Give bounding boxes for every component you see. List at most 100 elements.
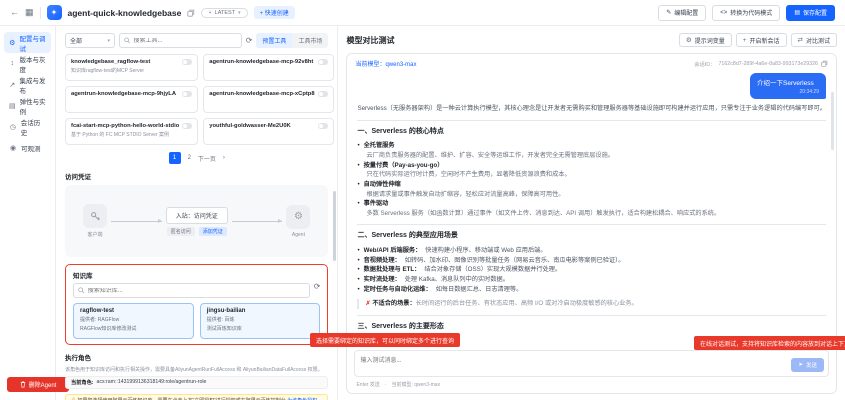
tool-card-grid: knowledgebase_ragflow-test知识库ragflow-tes… — [65, 54, 328, 145]
page-2-button[interactable]: 2 — [188, 155, 191, 161]
sidebar-item-version-gray[interactable]: ↕版本与灰度 — [4, 53, 51, 74]
branch-icon: ⑂ — [208, 10, 211, 16]
message-timestamp: 20:34:29 — [757, 89, 819, 95]
inbound-credential-box[interactable]: 入站：访问凭证 — [166, 207, 228, 224]
tool-tabs: 预置工具 工具市场 — [256, 33, 328, 48]
section-heading: 一、Serverless 的核心特点 — [357, 127, 826, 138]
page-title: agent-quick-knowledgebase — [68, 8, 182, 18]
current-role-value: acs:ram::1431999136318149:role/agentrun-… — [97, 379, 207, 386]
agent-gear-icon: ⚙ — [286, 205, 310, 229]
current-model-link[interactable]: 当前模型：qwen3-max — [355, 59, 416, 68]
quick-create-button[interactable]: + 快速创建 — [254, 6, 295, 19]
tool-search — [119, 33, 242, 48]
plus-icon: + — [743, 37, 747, 44]
code-icon: <> — [720, 10, 727, 16]
execution-role-label: 执行角色 — [65, 352, 328, 362]
divider — [357, 120, 826, 121]
credentials-section-label: 访问凭证 — [65, 171, 328, 181]
panel-title: 模型对比测试 — [346, 35, 394, 46]
chat-messages: 介绍一下Serverless 20:34:29 Serverless（无服务器架… — [347, 71, 836, 345]
code-mode-button[interactable]: <>转换为代码模式 — [712, 5, 780, 21]
tool-card[interactable]: agentrun-knowledgebase-mcp-9hjyLA — [65, 86, 198, 113]
instances-icon: ▤ — [9, 102, 16, 110]
current-role-row: 当前角色: acs:ram::1431999136318149:role/age… — [65, 376, 328, 389]
search-icon — [124, 37, 130, 44]
search-icon — [78, 287, 85, 294]
tool-toggle[interactable] — [182, 123, 192, 129]
history-icon: ◷ — [9, 123, 17, 131]
sidebar-item-elastic-instance[interactable]: ▤弹性与实例 — [4, 95, 51, 116]
section-heading: 三、Serverless 的主要形态 — [357, 322, 826, 333]
top-header: ← ▦ ✦ agent-quick-knowledgebase ⑂LATEST▾… — [0, 0, 845, 26]
tool-card[interactable]: agentrun-knowledgebase-mcp-92v8ht — [203, 54, 333, 81]
copy-session-icon[interactable] — [821, 60, 828, 67]
next-arrow-icon[interactable]: › — [223, 155, 225, 161]
tool-search-input[interactable] — [133, 38, 236, 44]
key-icon — [83, 204, 107, 228]
invocation-flow-diagram: 客户端 入站：访问凭证 匿名访问 添加凭证 ⚙ Agent — [65, 185, 328, 257]
left-sidebar: ⚙配置与调试 ↕版本与灰度 ↗集成与发布 ▤弹性与实例 ◷会话历史 ◉可观测 删… — [0, 26, 56, 400]
add-credential-link[interactable]: 添加凭证 — [199, 227, 227, 236]
compare-test-button[interactable]: ⇄对比测试 — [791, 33, 837, 47]
page-1-button[interactable]: 1 — [169, 152, 181, 164]
divider — [357, 315, 826, 316]
sidebar-item-session-history[interactable]: ◷会话历史 — [4, 116, 51, 137]
compare-icon: ⇄ — [798, 36, 803, 44]
assistant-response: Serverless（无服务器架构）是一种云计算执行模型，其核心理念是让开发者无… — [357, 104, 826, 345]
tool-toggle[interactable] — [182, 59, 192, 65]
tool-toggle[interactable] — [318, 59, 328, 65]
divider — [357, 224, 826, 225]
version-icon: ↕ — [9, 60, 16, 67]
sidebar-item-integration-publish[interactable]: ↗集成与发布 — [4, 74, 51, 95]
gear-icon: ⚙ — [9, 39, 16, 47]
user-message-bubble: 介绍一下Serverless 20:34:29 — [750, 73, 826, 99]
tool-toggle[interactable] — [182, 91, 192, 97]
back-icon[interactable]: ← — [10, 8, 19, 17]
unsuitable-note: ✗ 不适合的场景：长时间运行的后台任务、有状态应用、高频 I/O 或对冷启动极度… — [357, 299, 826, 309]
knowledgebase-section-highlighted: 知识库 ⟳ ragflow-test 提供者: RAGFlow RAGFlow知… — [65, 264, 328, 345]
tool-card[interactable]: fcai-start-mcp-python-hello-world-stdio基… — [65, 118, 198, 145]
chat-footer-hint: Enter 发送 · 当前模型: qwen3-max — [347, 379, 836, 393]
execution-role-desc: 该角色用于知识库访问和执行相关操作，需要具备AliyunAgentRunFull… — [65, 366, 328, 373]
save-config-button[interactable]: ▤保存配置 — [786, 5, 835, 21]
tools-toolbar: 全部▾ ⟳ 预置工具 工具市场 — [65, 33, 328, 48]
anonymous-access-chip: 匿名访问 — [167, 227, 195, 236]
next-page-button[interactable]: 下一页 — [198, 154, 216, 163]
chat-test-tooltip: 在线对话测试，支持将知识库检索的内容放到对话上下文中 — [694, 336, 845, 350]
tool-card[interactable]: agentrun-knowledgebase-mcp-xCptp8 — [203, 86, 333, 113]
tool-card[interactable]: youthful-goldwasser-Me2U0K — [203, 118, 333, 145]
inbound-credential-node: 入站：访问凭证 匿名访问 添加凭证 — [166, 207, 228, 236]
apps-grid-icon[interactable]: ▦ — [25, 8, 34, 17]
kb-card-ragflow-test[interactable]: ragflow-test 提供者: RAGFlow RAGFlow知识库修改测试 — [73, 303, 194, 339]
tab-preset-tools[interactable]: 预置工具 — [256, 33, 292, 48]
tool-toggle[interactable] — [318, 91, 328, 97]
prompt-vars-button[interactable]: ⚙提示词变量 — [679, 33, 732, 47]
chat-input[interactable] — [355, 351, 733, 376]
kb-search — [73, 283, 310, 298]
divider — [40, 7, 41, 19]
observe-icon: ◉ — [9, 144, 17, 152]
save-icon: ▤ — [794, 9, 800, 16]
version-badge[interactable]: ⑂LATEST▾ — [201, 8, 247, 18]
kb-search-input[interactable] — [88, 288, 305, 294]
pagination: 1 2 下一页 › — [65, 152, 328, 164]
sidebar-item-config-debug[interactable]: ⚙配置与调试 — [4, 32, 51, 53]
center-scrollbar[interactable] — [333, 191, 336, 261]
tool-toggle[interactable] — [318, 123, 328, 129]
copy-title-icon[interactable] — [187, 9, 195, 17]
send-button[interactable]: ➤发送 — [791, 358, 824, 372]
tab-tool-market[interactable]: 工具市场 — [292, 33, 328, 48]
edit-config-button[interactable]: ✎编辑配置 — [658, 5, 706, 21]
new-session-button[interactable]: +开启新会话 — [736, 33, 787, 47]
sidebar-item-observability[interactable]: ◉可观测 — [4, 137, 51, 158]
chat-scrollbar[interactable] — [831, 92, 834, 150]
refresh-kb-icon[interactable]: ⟳ — [314, 283, 321, 298]
kb-card-jingsu-bailian[interactable]: jingsu-bailian 提供者: 百炼 测试百炼知识库 — [200, 303, 321, 339]
agent-app-icon: ✦ — [47, 5, 62, 20]
session-id: 会话ID：7162c8d7-289f-4a6e-8a83-993173e2932… — [694, 60, 828, 68]
agent-node: ⚙ Agent — [286, 205, 310, 238]
refresh-tools-icon[interactable]: ⟳ — [246, 37, 253, 45]
tool-filter-select[interactable]: 全部▾ — [65, 33, 115, 48]
trash-icon — [20, 381, 26, 388]
tool-card[interactable]: knowledgebase_ragflow-test知识库ragflow-tes… — [65, 54, 198, 81]
